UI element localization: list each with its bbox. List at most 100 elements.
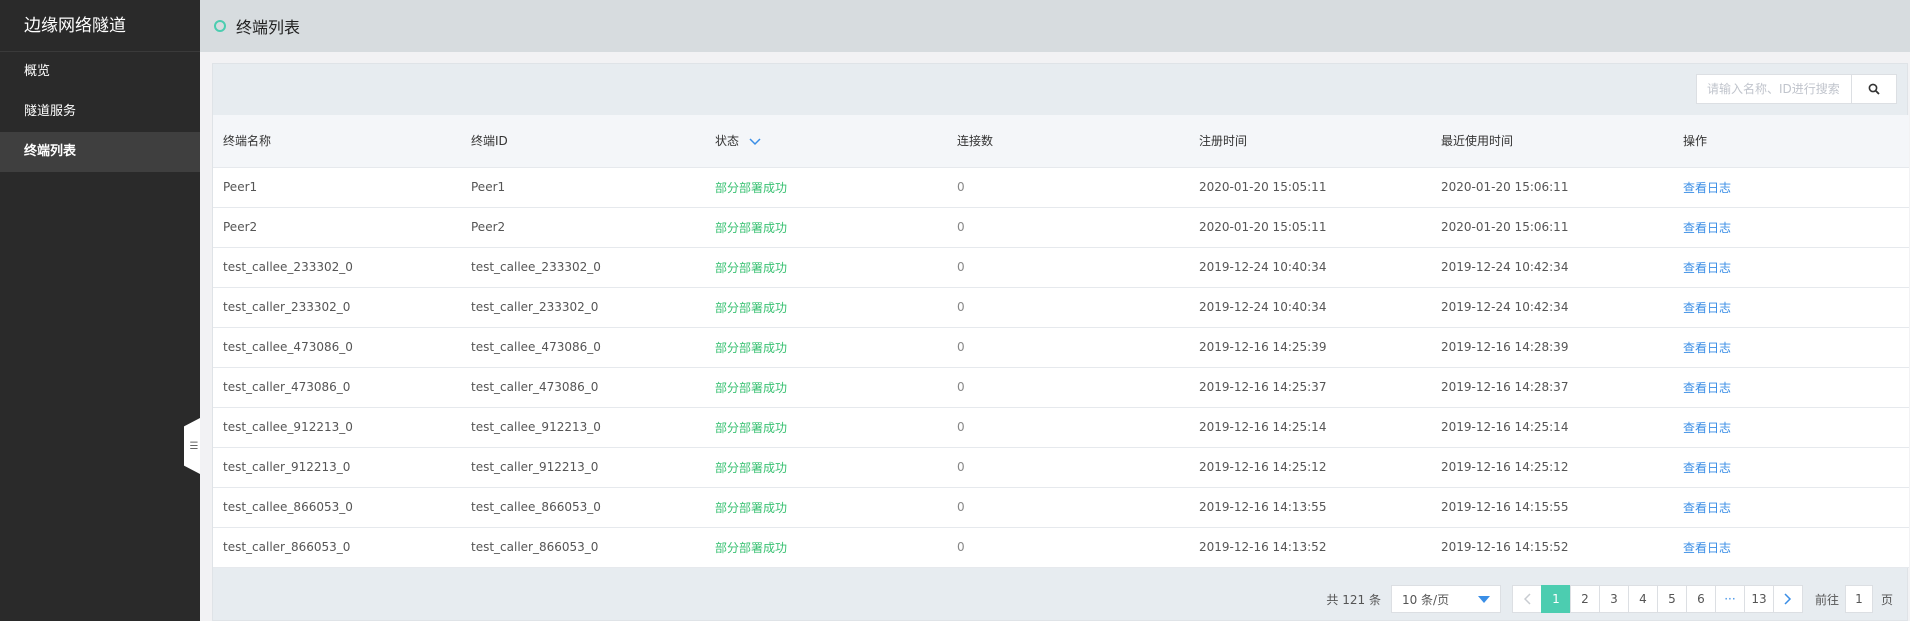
table-row: test_callee_866053_0 test_callee_866053_… bbox=[213, 487, 1909, 527]
cell-name: Peer1 bbox=[223, 180, 258, 194]
cell-actions: 查看日志 bbox=[1673, 447, 1909, 487]
cell-status: 部分部署成功 bbox=[715, 540, 788, 555]
column-header-name: 终端名称 bbox=[213, 115, 461, 168]
sidebar-item-overview[interactable]: 概览 bbox=[0, 52, 200, 92]
view-log-link[interactable]: 查看日志 bbox=[1683, 261, 1731, 275]
cell-registered: 2019-12-16 14:13:55 bbox=[1199, 500, 1327, 514]
cell-status: 部分部署成功 bbox=[715, 220, 788, 235]
table-row: test_caller_233302_0 test_caller_233302_… bbox=[213, 287, 1909, 327]
cell-name: test_callee_912213_0 bbox=[223, 420, 353, 434]
cell-status: 部分部署成功 bbox=[715, 300, 788, 315]
cell-name: test_callee_866053_0 bbox=[223, 500, 353, 514]
cell-actions: 查看日志 bbox=[1673, 167, 1909, 207]
search-icon bbox=[1868, 83, 1880, 95]
chevron-down-icon[interactable] bbox=[749, 138, 761, 146]
cell-last-used: 2019-12-16 14:15:52 bbox=[1441, 540, 1569, 554]
next-page-button[interactable] bbox=[1772, 585, 1803, 613]
table-row: test_callee_912213_0 test_callee_912213_… bbox=[213, 407, 1909, 447]
prev-page-button[interactable] bbox=[1511, 585, 1542, 613]
view-log-link[interactable]: 查看日志 bbox=[1683, 221, 1731, 235]
page-header: 终端列表 bbox=[200, 0, 1910, 52]
cell-id: test_callee_233302_0 bbox=[471, 260, 601, 274]
cell-registered: 2019-12-16 14:13:52 bbox=[1199, 540, 1327, 554]
sidebar-nav: 概览 隧道服务 终端列表 bbox=[0, 52, 200, 172]
table-row: test_caller_912213_0 test_caller_912213_… bbox=[213, 447, 1909, 487]
cell-registered: 2020-01-20 15:05:11 bbox=[1199, 180, 1327, 194]
cell-actions: 查看日志 bbox=[1673, 407, 1909, 447]
cell-name: test_caller_866053_0 bbox=[223, 540, 351, 554]
page-size-select[interactable]: 10 条/页 bbox=[1390, 585, 1501, 613]
view-log-link[interactable]: 查看日志 bbox=[1683, 461, 1731, 475]
sidebar-item-terminal-list[interactable]: 终端列表 bbox=[0, 132, 200, 172]
collapse-sidebar-icon: ☰ bbox=[189, 440, 199, 452]
column-header-status[interactable]: 状态 bbox=[705, 115, 947, 168]
cell-connections: 0 bbox=[957, 540, 965, 554]
view-log-link[interactable]: 查看日志 bbox=[1683, 381, 1731, 395]
cell-connections: 0 bbox=[957, 500, 965, 514]
cell-last-used: 2019-12-24 10:42:34 bbox=[1441, 260, 1569, 274]
table-row: test_caller_866053_0 test_caller_866053_… bbox=[213, 527, 1909, 567]
cell-registered: 2019-12-16 14:25:39 bbox=[1199, 340, 1327, 354]
cell-registered: 2019-12-24 10:40:34 bbox=[1199, 260, 1327, 274]
goto-page-input[interactable] bbox=[1844, 585, 1873, 613]
total-count: 共 121 条 bbox=[1326, 592, 1381, 607]
cell-status: 部分部署成功 bbox=[715, 180, 788, 195]
page-button-6[interactable]: 6 bbox=[1685, 585, 1716, 613]
cell-name: test_caller_473086_0 bbox=[223, 380, 351, 394]
view-log-link[interactable]: 查看日志 bbox=[1683, 181, 1731, 195]
table-row: Peer1 Peer1 部分部署成功 0 2020-01-20 15:05:11… bbox=[213, 167, 1909, 207]
cell-id: test_caller_866053_0 bbox=[471, 540, 599, 554]
view-log-link[interactable]: 查看日志 bbox=[1683, 541, 1731, 555]
circle-outline-icon bbox=[214, 20, 226, 32]
terminal-list-panel: 终端名称 终端ID 状态 连接数 注册时间 最近使用时间 操作 P bbox=[212, 63, 1909, 621]
page-button-4[interactable]: 4 bbox=[1627, 585, 1658, 613]
cell-last-used: 2019-12-16 14:28:39 bbox=[1441, 340, 1569, 354]
cell-last-used: 2019-12-16 14:28:37 bbox=[1441, 380, 1569, 394]
page-button-3[interactable]: 3 bbox=[1598, 585, 1629, 613]
cell-actions: 查看日志 bbox=[1673, 367, 1909, 407]
column-header-connections: 连接数 bbox=[947, 115, 1189, 168]
app-title: 边缘网络隧道 bbox=[0, 0, 200, 52]
table-header-row: 终端名称 终端ID 状态 连接数 注册时间 最近使用时间 操作 bbox=[213, 115, 1909, 168]
cell-id: test_caller_912213_0 bbox=[471, 460, 599, 474]
cell-actions: 查看日志 bbox=[1673, 327, 1909, 367]
table-row: test_callee_473086_0 test_callee_473086_… bbox=[213, 327, 1909, 367]
cell-id: Peer1 bbox=[471, 180, 506, 194]
cell-registered: 2019-12-16 14:25:14 bbox=[1199, 420, 1327, 434]
page-button-last[interactable]: 13 bbox=[1743, 585, 1774, 613]
main-content: 终端列表 终端名称 终端ID bbox=[200, 0, 1910, 621]
cell-last-used: 2019-12-24 10:42:34 bbox=[1441, 300, 1569, 314]
page-size-value: 10 条/页 bbox=[1401, 592, 1450, 607]
goto-suffix: 页 bbox=[1880, 592, 1893, 607]
toolbar bbox=[213, 64, 1907, 115]
cell-actions: 查看日志 bbox=[1673, 487, 1909, 527]
page-button-5[interactable]: 5 bbox=[1656, 585, 1687, 613]
page-title: 终端列表 bbox=[236, 18, 301, 37]
cell-id: test_callee_473086_0 bbox=[471, 340, 601, 354]
cell-status: 部分部署成功 bbox=[715, 260, 788, 275]
page-ellipsis-button[interactable]: ··· bbox=[1714, 585, 1745, 613]
search-input[interactable] bbox=[1696, 74, 1851, 104]
cell-status: 部分部署成功 bbox=[715, 460, 788, 475]
view-log-link[interactable]: 查看日志 bbox=[1683, 341, 1731, 355]
cell-id: test_caller_233302_0 bbox=[471, 300, 599, 314]
search-box bbox=[1696, 74, 1897, 104]
search-button[interactable] bbox=[1851, 74, 1897, 104]
page-button-2[interactable]: 2 bbox=[1569, 585, 1600, 613]
view-log-link[interactable]: 查看日志 bbox=[1683, 301, 1731, 315]
cell-registered: 2020-01-20 15:05:11 bbox=[1199, 220, 1327, 234]
cell-connections: 0 bbox=[957, 220, 965, 234]
column-header-last-used: 最近使用时间 bbox=[1431, 115, 1673, 168]
view-log-link[interactable]: 查看日志 bbox=[1683, 421, 1731, 435]
page-button-1[interactable]: 1 bbox=[1540, 585, 1571, 613]
cell-status: 部分部署成功 bbox=[715, 380, 788, 395]
pagination: 共 121 条 10 条/页 1 2 3 4 5 6 ··· 13 前往 页 bbox=[213, 578, 1907, 620]
column-header-status-label: 状态 bbox=[715, 134, 740, 149]
view-log-link[interactable]: 查看日志 bbox=[1683, 501, 1731, 515]
table-row: test_callee_233302_0 test_callee_233302_… bbox=[213, 247, 1909, 287]
sidebar-collapse-handle[interactable]: ☰ bbox=[184, 418, 200, 474]
cell-id: test_callee_912213_0 bbox=[471, 420, 601, 434]
sidebar-item-tunnel-service[interactable]: 隧道服务 bbox=[0, 92, 200, 132]
cell-connections: 0 bbox=[957, 180, 965, 194]
cell-last-used: 2019-12-16 14:15:55 bbox=[1441, 500, 1569, 514]
